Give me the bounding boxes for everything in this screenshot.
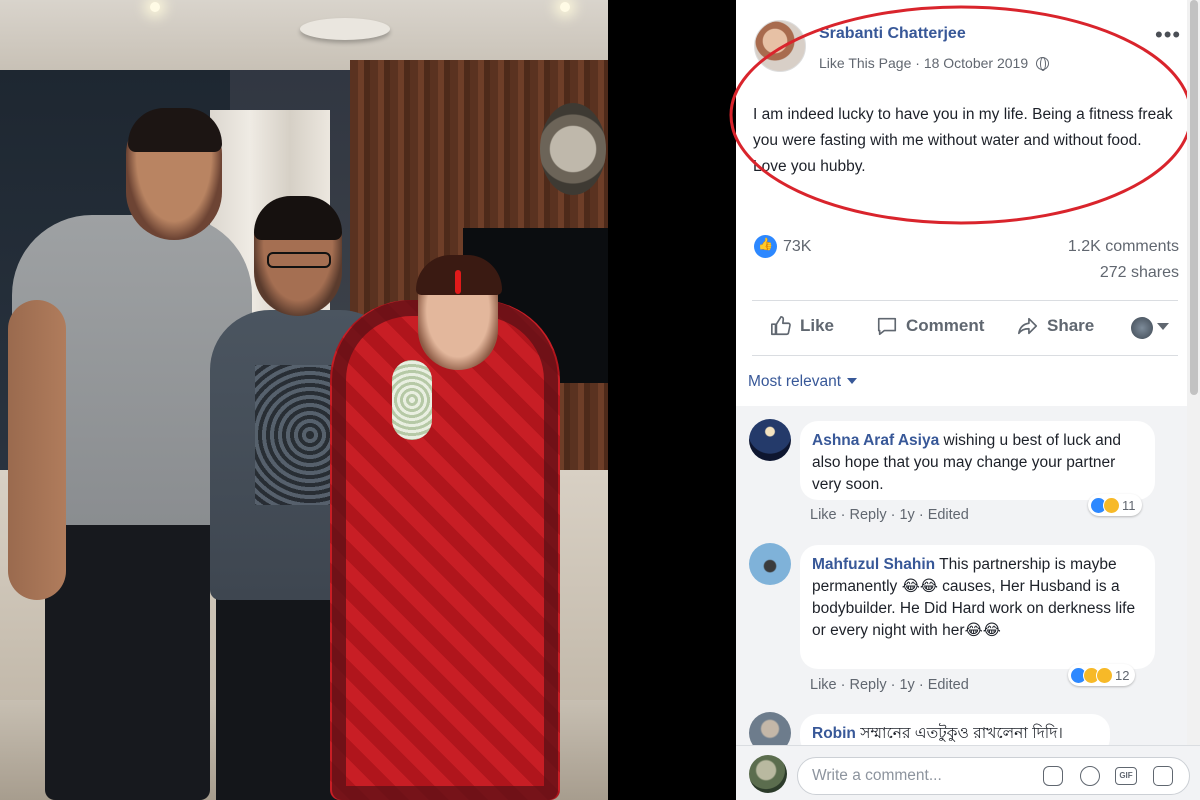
avatar-sticker-icon[interactable] [1043, 766, 1063, 786]
ceiling-light [560, 2, 570, 12]
comment-like-link[interactable]: Like [810, 677, 837, 693]
comments-count[interactable]: 1.2K comments [1068, 238, 1179, 256]
comment-bubble: Mahfuzul Shahin This partnership is mayb… [800, 545, 1155, 669]
person-2-glasses [267, 252, 331, 268]
current-user-avatar [749, 755, 787, 793]
gif-icon[interactable]: GIF [1115, 767, 1137, 785]
haha-reaction-icon [1103, 496, 1120, 514]
comment-reactions[interactable]: 11 [1088, 494, 1142, 516]
comment-reply-link[interactable]: Reply [850, 677, 887, 693]
comment-like-link[interactable]: Like [810, 507, 837, 523]
commenter-name[interactable]: Mahfuzul Shahin [812, 556, 935, 573]
highlight-ellipse [729, 5, 1193, 225]
comment-text: সম্মানের এতটুকুও রাখলেনা দিদি। [860, 725, 1063, 742]
flower-garland [392, 360, 432, 440]
commenter-name[interactable]: Robin [812, 725, 856, 742]
comment-edited: Edited [927, 677, 969, 693]
comment-reaction-count: 11 [1122, 497, 1136, 513]
share-button[interactable]: Share [1017, 315, 1094, 337]
ceiling-fan [300, 18, 390, 40]
comment-sort-label: Most relevant [748, 373, 842, 390]
like-reaction-icon[interactable] [754, 235, 777, 258]
reactions-count[interactable]: 73K [783, 238, 811, 256]
commenter-avatar[interactable] [749, 543, 791, 585]
person-1-legs [45, 500, 210, 800]
wow-reaction-icon [1096, 666, 1113, 684]
ceiling-light [150, 2, 160, 12]
person-3-sindoor [455, 270, 461, 294]
reaction-as-avatar[interactable] [1131, 317, 1153, 339]
comment-reply-link[interactable]: Reply [850, 507, 887, 523]
share-arrow-icon [1018, 317, 1038, 335]
commenter-name[interactable]: Ashna Araf Asiya [812, 432, 939, 449]
commenter-avatar[interactable] [749, 419, 791, 461]
caret-down-icon [847, 378, 858, 384]
comment-actions: Like · Reply · 1y · Edited [810, 677, 969, 693]
chevron-down-icon[interactable] [1157, 323, 1169, 330]
comment-sort-dropdown[interactable]: Most relevant [748, 373, 858, 391]
post-photo[interactable] [0, 0, 608, 800]
comment-age[interactable]: 1y [899, 677, 914, 693]
screenshot-root: Srabanti Chatterjee Like This Page · 18 … [0, 0, 1200, 800]
comment-edited: Edited [927, 507, 969, 523]
comment-button[interactable]: Comment [876, 315, 984, 337]
like-button[interactable]: Like [770, 315, 834, 337]
thumbs-up-icon [771, 316, 791, 336]
person-1-hair [128, 108, 222, 152]
person-3-saree-border [332, 300, 558, 800]
divider [752, 355, 1178, 356]
like-button-label: Like [800, 316, 835, 335]
comment-age[interactable]: 1y [899, 507, 914, 523]
comment-bubble-icon [877, 317, 897, 336]
comment-input-placeholder: Write a comment... [812, 767, 942, 784]
comment-reaction-count: 12 [1115, 667, 1130, 683]
comment-reactions[interactable]: 12 [1068, 664, 1136, 686]
comment-bubble: Ashna Araf Asiya wishing u best of luck … [800, 421, 1155, 500]
shares-count[interactable]: 272 shares [1100, 264, 1179, 282]
divider [752, 300, 1178, 301]
comment-button-label: Comment [906, 316, 985, 335]
comment-actions: Like · Reply · 1y · Edited [810, 507, 969, 523]
wall-clock [540, 103, 606, 195]
emoji-icon[interactable] [1080, 766, 1100, 786]
sticker-icon[interactable] [1153, 766, 1173, 786]
person-1-arm [8, 300, 66, 600]
share-button-label: Share [1047, 316, 1095, 335]
scrollbar-thumb[interactable] [1190, 0, 1198, 395]
